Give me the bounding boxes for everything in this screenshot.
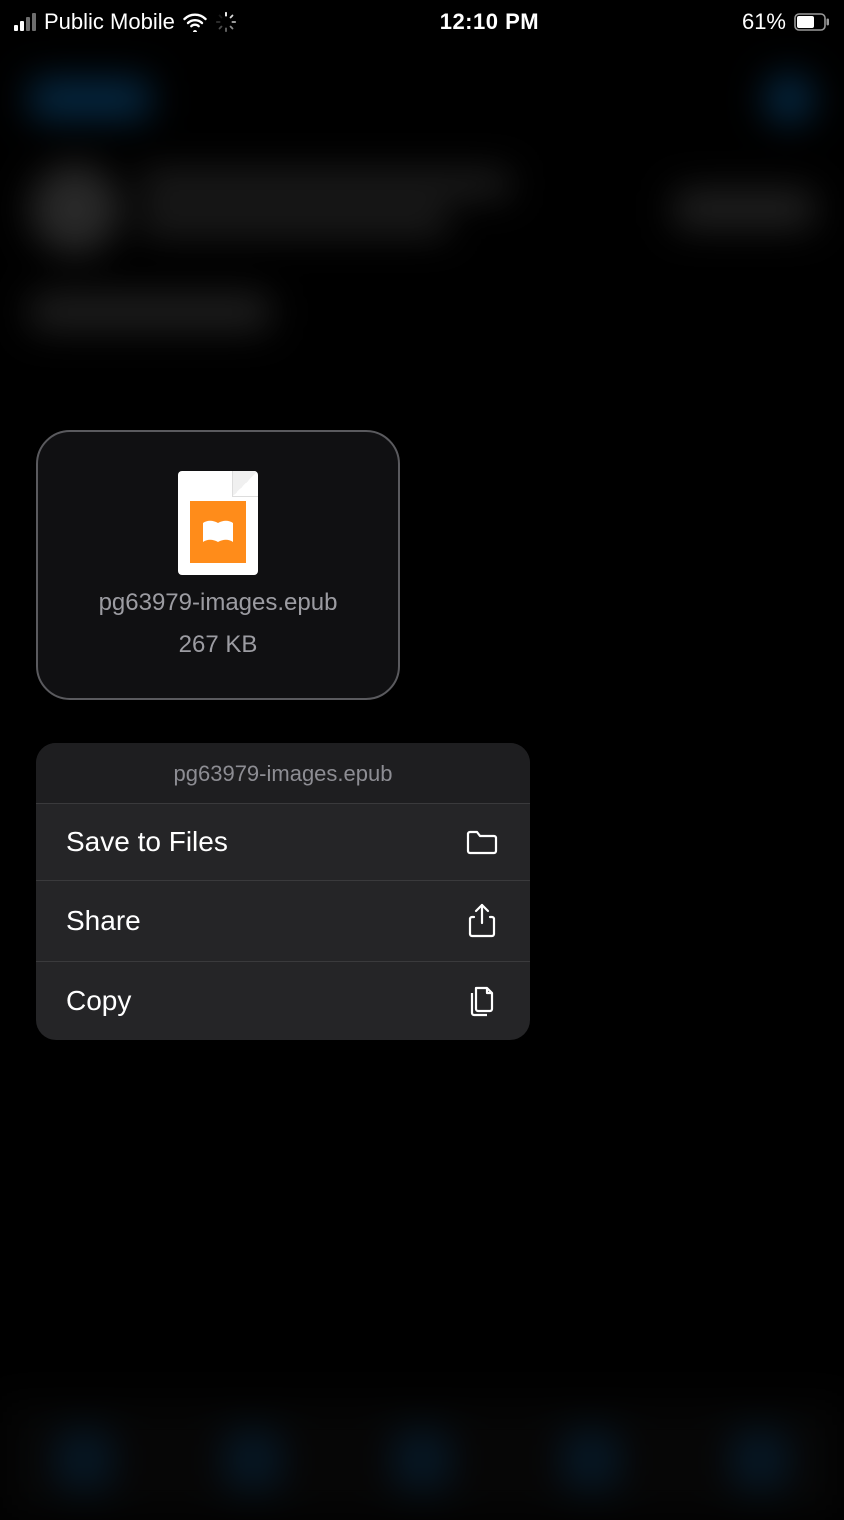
folder-icon (462, 829, 502, 855)
status-left: Public Mobile (14, 9, 237, 35)
status-right: 61% (742, 9, 830, 35)
cellular-signal-icon (14, 13, 36, 31)
save-to-files-item[interactable]: Save to Files (36, 804, 530, 881)
wifi-icon (183, 12, 207, 32)
status-time: 12:10 PM (440, 9, 539, 35)
loading-spinner-icon (215, 11, 237, 33)
save-to-files-label: Save to Files (66, 826, 228, 858)
context-menu-header: pg63979-images.epub (36, 743, 530, 804)
carrier-label: Public Mobile (44, 9, 175, 35)
books-app-icon (190, 501, 246, 563)
battery-icon (794, 13, 830, 31)
file-name-label: pg63979-images.epub (99, 589, 338, 617)
file-attachment-card[interactable]: pg63979-images.epub 267 KB (36, 430, 400, 700)
copy-icon (462, 984, 502, 1018)
share-label: Share (66, 905, 141, 937)
share-item[interactable]: Share (36, 881, 530, 962)
share-icon (462, 903, 502, 939)
file-size-label: 267 KB (179, 631, 258, 659)
context-menu: pg63979-images.epub Save to Files Share … (36, 743, 530, 1040)
copy-item[interactable]: Copy (36, 962, 530, 1040)
battery-percent-label: 61% (742, 9, 786, 35)
epub-file-icon (178, 471, 258, 575)
copy-label: Copy (66, 985, 131, 1017)
status-bar: Public Mobile (0, 0, 844, 44)
